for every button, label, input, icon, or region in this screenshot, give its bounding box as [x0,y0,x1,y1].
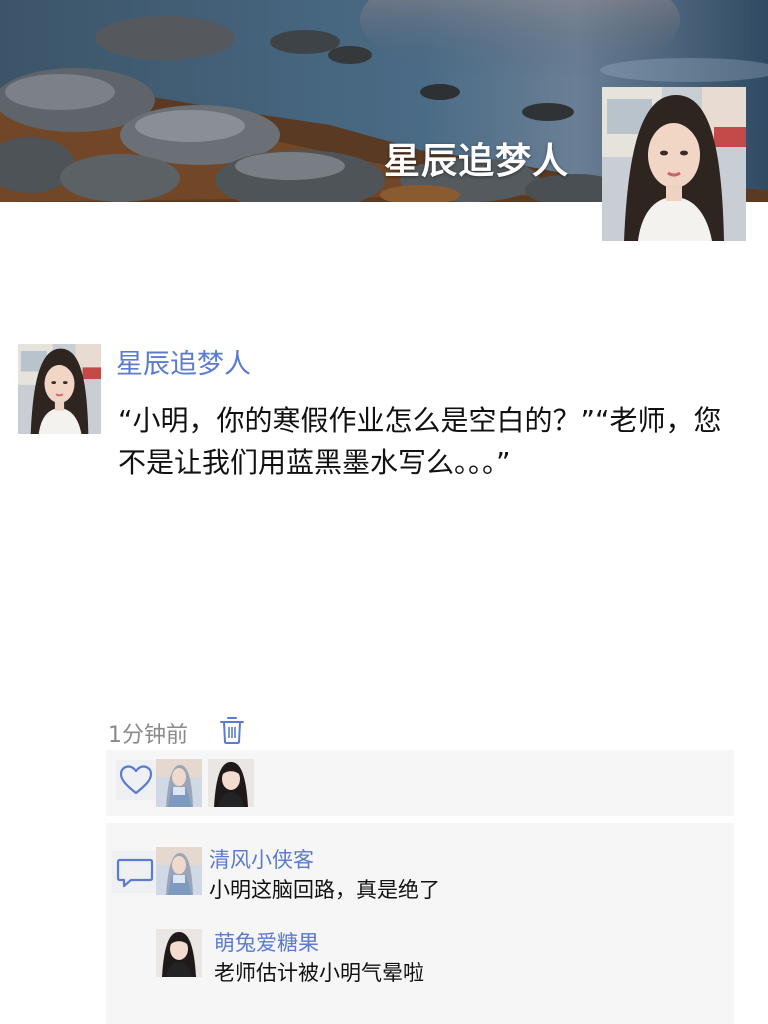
comments-panel: 清风小侠客 小明这脑回路，真是绝了 萌兔爱糖果 老师估计被小明气晕啦 [106,823,734,1024]
commenter-portrait-image [156,929,202,977]
commenter-name[interactable]: 萌兔爱糖果 [214,927,319,957]
comment-text: 小明这脑回路，真是绝了 [209,878,440,902]
liker-avatar[interactable] [156,759,202,807]
post-timestamp: 1分钟前 [108,723,188,748]
commenter-avatar[interactable] [156,847,202,895]
commenter-portrait-image [156,847,202,895]
post-content: “小明，你的寒假作业怎么是空白的？”“老师，您不是让我们用蓝黑墨水写么。。。” [118,404,722,479]
comment-bubble-icon [116,858,154,888]
author-portrait-image [18,344,101,434]
cover-username: 星辰追梦人 [384,141,570,182]
likes-panel [106,750,734,816]
like-button[interactable] [116,760,156,800]
profile-avatar[interactable] [602,87,746,241]
post-author-avatar[interactable] [18,344,101,434]
commenter-avatar[interactable] [156,929,202,977]
liker-portrait-image [156,759,202,807]
heart-icon [119,765,153,795]
trash-icon [220,717,244,744]
post-author-name[interactable]: 星辰追梦人 [116,342,251,381]
commenter-name[interactable]: 清风小侠客 [209,844,314,874]
avatar-portrait-image [602,87,746,241]
liker-portrait-image [208,759,254,807]
comment-button[interactable] [112,851,158,893]
liker-avatar[interactable] [208,759,254,807]
comment-text: 老师估计被小明气晕啦 [214,961,424,985]
delete-post-button[interactable] [219,715,245,745]
